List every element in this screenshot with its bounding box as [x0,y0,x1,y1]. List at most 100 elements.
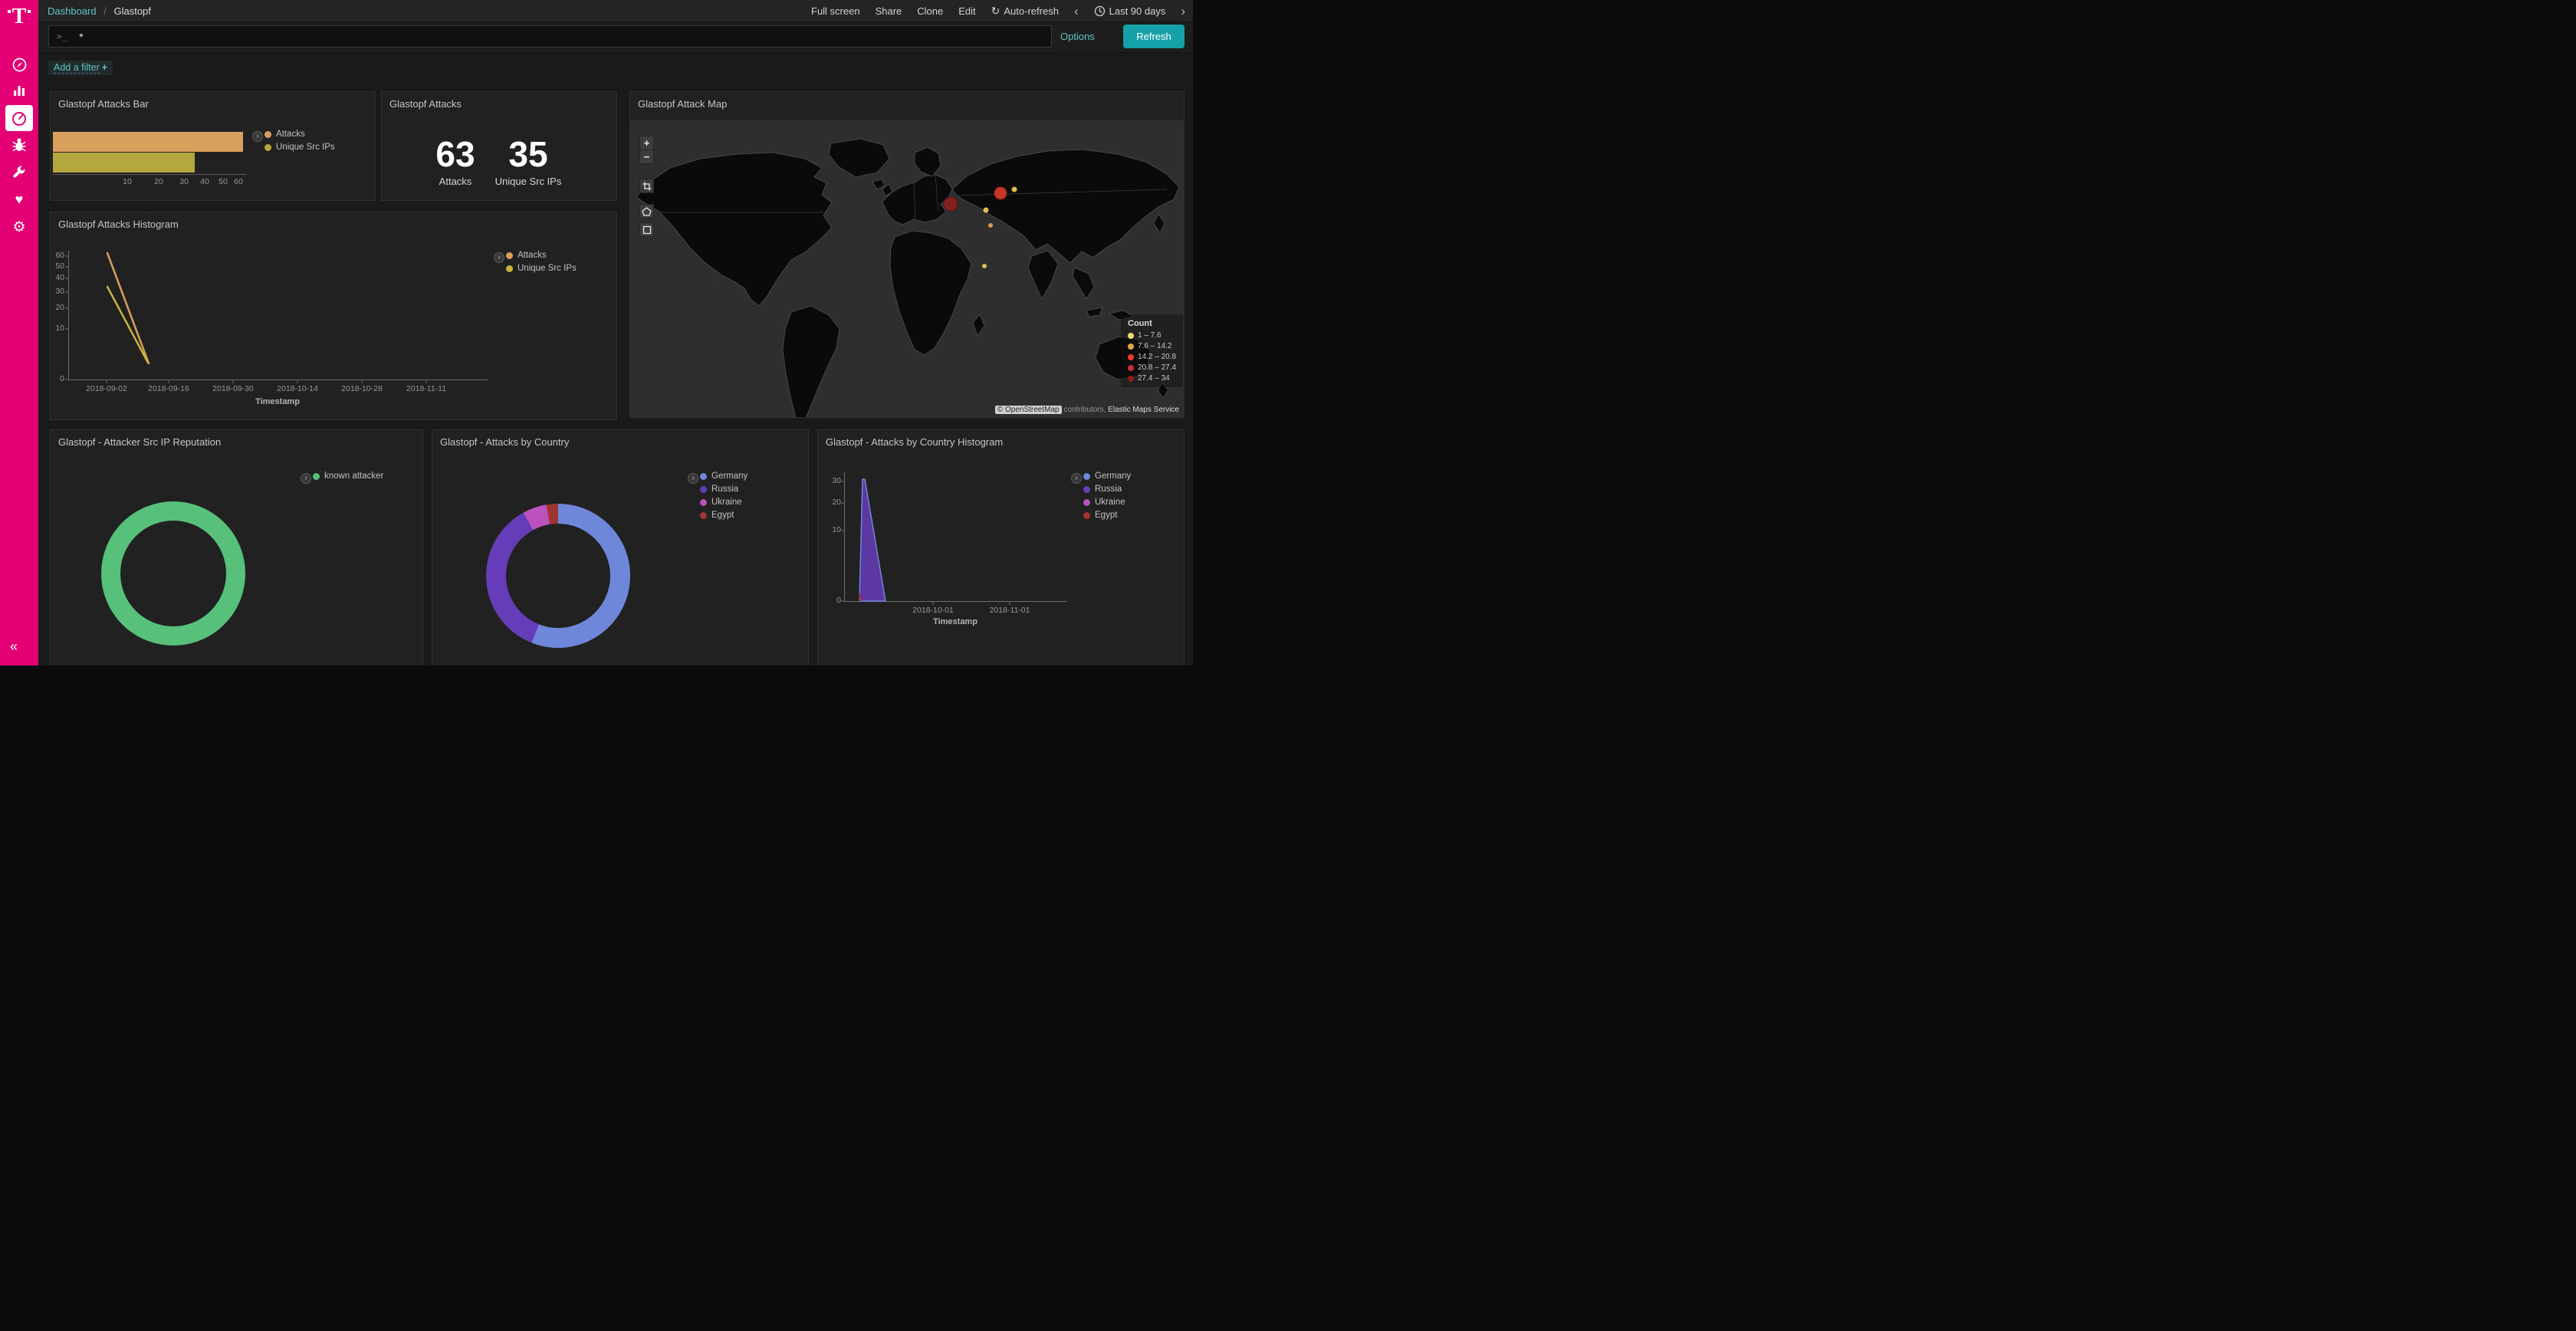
legend-toggle-icon[interactable]: › [688,473,698,484]
x-tick: 2018-11-11 [406,384,446,393]
map-legend-row: 27.4 – 34 [1128,374,1176,383]
crop-tool-button[interactable] [639,179,654,193]
legend-item-egypt[interactable]: Egypt [700,511,748,520]
bug-icon [12,136,27,153]
line-unique-src-ips [107,287,148,363]
legend-dot [1083,473,1090,480]
osm-attribution-link[interactable]: © OpenStreetMap [995,406,1062,414]
time-back-button[interactable]: ‹ [1074,5,1079,18]
india [1028,251,1058,299]
time-range-button[interactable]: Last 90 days [1094,5,1166,17]
telekom-logo[interactable]: T [0,7,38,27]
gauge-icon [11,110,28,127]
legend-item-egypt[interactable]: Egypt [1083,511,1131,520]
heartbeat-icon: ♥ [15,192,24,206]
legend-item-ukraine[interactable]: Ukraine [700,498,748,507]
logo-letter: T [12,7,27,27]
sidebar-item-visualize[interactable] [0,81,38,100]
attacks-histogram-chart[interactable] [51,212,618,421]
breadcrumb-dashboard-link[interactable]: Dashboard [48,5,97,17]
metric-value: 35 [495,136,562,172]
fullscreen-button[interactable]: Full screen [811,5,860,17]
plus-icon: + [102,62,107,73]
x-tick: 2018-09-02 [86,384,127,393]
legend-dot [700,512,707,519]
legend-item-known-attacker[interactable]: known attacker [313,472,383,481]
sidebar-item-honeypot[interactable] [0,135,38,155]
x-tick: 2018-09-16 [148,384,189,393]
reputation-donut-chart[interactable] [101,501,245,646]
topbar-actions: Full screen Share Clone Edit ↻ Auto-refr… [811,5,1185,18]
legend-item-germany[interactable]: Germany [1083,472,1131,481]
attack-marker-small-yellow [984,208,989,213]
time-forward-button[interactable]: › [1181,5,1185,18]
x-tick: 2018-10-14 [277,384,318,393]
attack-marker-large-red [994,187,1007,199]
legend-toggle-icon[interactable]: › [252,131,263,142]
sidebar-item-discover[interactable] [0,54,38,74]
legend-item-attacks[interactable]: Attacks [506,251,577,260]
by-country-histogram-chart[interactable] [818,430,1185,666]
scandinavia [915,147,941,176]
map-legend-row: 14.2 – 20.8 [1128,353,1176,361]
panel-title-attack-map: Glastopf Attack Map [638,98,727,110]
options-link[interactable]: Options [1060,31,1095,42]
rectangle-tool-button[interactable] [639,222,654,237]
panel-attack-map: Glastopf Attack Map [629,91,1184,418]
y-tick: 20 [824,498,841,507]
x-tick: 10 [123,177,132,186]
legend-item-germany[interactable]: Germany [700,472,748,481]
legend-item-unique-src-ips[interactable]: Unique Src IPs [506,264,577,273]
legend-item-russia[interactable]: Russia [700,485,748,494]
x-axis-label: Timestamp [255,397,300,406]
sidebar: T ♥ ⚙ « [0,0,38,666]
panel-src-ip-reputation: Glastopf - Attacker Src IP Reputation › … [50,429,423,666]
collapse-nav-button[interactable]: « [10,639,18,655]
continent-asia [952,150,1179,263]
legend-item-russia[interactable]: Russia [1083,485,1131,494]
country-donut-chart[interactable] [486,504,630,648]
edit-button[interactable]: Edit [958,5,975,17]
query-input[interactable]: >_ * [48,25,1052,48]
sidebar-item-dashboard[interactable] [0,108,38,128]
attack-marker-small-orange [988,223,993,228]
share-button[interactable]: Share [876,5,902,17]
sidebar-item-management[interactable]: ⚙ [0,217,38,237]
zoom-out-button[interactable]: − [639,150,654,164]
bar-unique-src-ips[interactable] [53,153,195,173]
greenland [829,139,889,177]
y-tick: 30 [824,476,841,485]
elastic-maps-attribution: Elastic Maps Service [1108,406,1179,414]
zoom-in-button[interactable]: + [639,136,654,150]
breadcrumb: Dashboard / Glastopf [48,5,151,17]
legend-toggle-icon[interactable]: › [1071,473,1082,484]
legend: known attacker [313,472,383,481]
polygon-tool-button[interactable] [639,204,654,219]
legend-toggle-icon[interactable]: › [494,252,504,263]
legend-dot [264,144,271,151]
sidebar-item-monitoring[interactable]: ♥ [0,189,38,209]
topbar: Dashboard / Glastopf Full screen Share C… [38,0,1193,22]
x-tick: 2018-10-28 [341,384,383,393]
legend-dot [1083,486,1090,493]
legend-dot [1083,499,1090,506]
legend-dot [1128,365,1134,371]
world-map[interactable]: + − Count 1 – 7.6 7.6 – 14.2 14.2 – 20.8… [630,120,1184,417]
legend-dot [700,486,707,493]
legend-item-attacks[interactable]: Attacks [264,130,335,139]
clone-button[interactable]: Clone [917,5,943,17]
logo-dot-right [28,10,31,13]
refresh-cycle-icon: ↻ [991,5,1001,18]
refresh-button[interactable]: Refresh [1123,25,1184,48]
crop-icon [642,182,652,191]
bar-attacks[interactable] [53,132,243,152]
add-filter-link[interactable]: Add a filter+ [48,61,113,75]
auto-refresh-button[interactable]: ↻ Auto-refresh [991,5,1059,18]
map-legend: Count 1 – 7.6 7.6 – 14.2 14.2 – 20.8 20.… [1121,314,1183,387]
metric-label: Attacks [435,176,475,187]
legend-item-ukraine[interactable]: Ukraine [1083,498,1131,507]
sidebar-item-devtools[interactable] [0,163,38,182]
legend-item-unique-src-ips[interactable]: Unique Src IPs [264,143,335,152]
legend-toggle-icon[interactable]: › [301,473,311,484]
map-legend-row: 1 – 7.6 [1128,331,1176,340]
